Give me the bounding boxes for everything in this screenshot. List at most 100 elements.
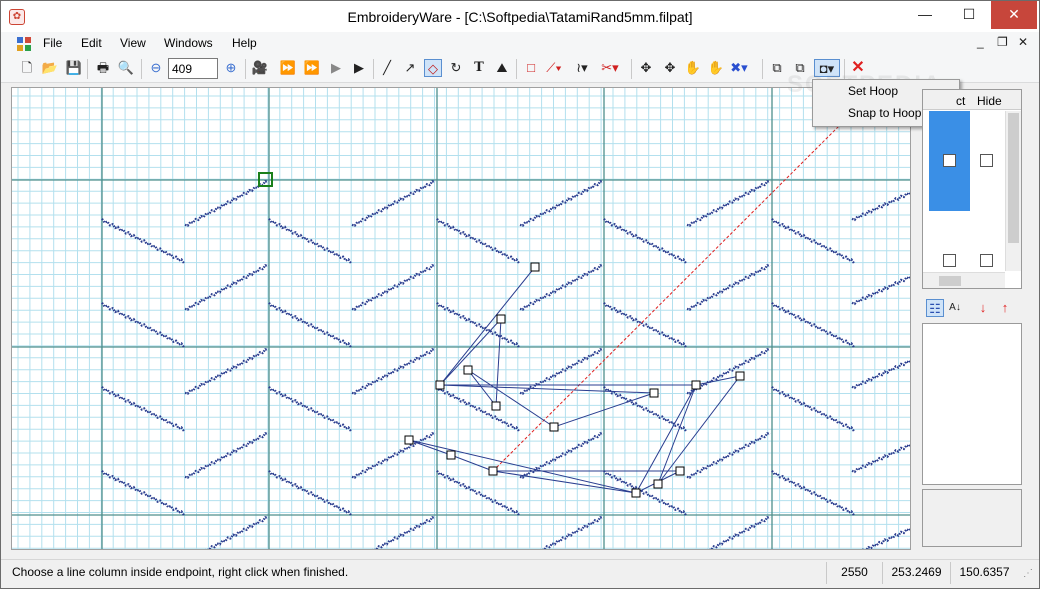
layer-hide-checkbox[interactable]	[980, 254, 993, 267]
play-fast-icon[interactable]: ⏩	[279, 59, 297, 77]
control-point	[435, 380, 445, 390]
control-point	[649, 388, 659, 398]
maximize-button[interactable]: ☐	[947, 1, 991, 29]
zoom-input[interactable]	[168, 58, 218, 79]
layers-header	[923, 90, 1021, 110]
layer-select-checkbox[interactable]	[943, 254, 956, 267]
wave-icon[interactable]: ≀▾	[573, 59, 591, 77]
stitch-run	[851, 359, 910, 390]
document-icon[interactable]	[17, 37, 31, 51]
property-toolbar: ☷ A↓ ↓ ↑	[922, 297, 1022, 319]
control-point	[446, 450, 456, 460]
arrow-down-icon[interactable]: ↓	[974, 299, 992, 317]
delete-points-icon[interactable]: ✖▾	[730, 59, 748, 77]
alphabetical-icon[interactable]: A↓	[946, 299, 964, 317]
toolbar-separator	[87, 59, 88, 79]
property-grid[interactable]	[922, 323, 1022, 485]
stitch-run	[603, 302, 687, 348]
step-icon[interactable]: ▶	[327, 59, 345, 77]
control-point	[488, 466, 498, 476]
layer-hide-checkbox[interactable]	[980, 154, 993, 167]
stitch-line-icon[interactable]: ⟋▾	[545, 59, 563, 77]
control-point	[631, 488, 641, 498]
stitch-run	[771, 470, 855, 516]
control-point	[735, 371, 745, 381]
mdi-close-button[interactable]: ✕	[1018, 35, 1028, 49]
stitch-grid-svg[interactable]	[12, 88, 911, 550]
line-icon[interactable]: ╱	[378, 59, 396, 77]
text-icon[interactable]: T	[470, 59, 488, 77]
scroll-thumb[interactable]	[939, 276, 961, 286]
menu-item-snap-to-hoop[interactable]: Snap to Hoop	[848, 106, 921, 120]
scroll-thumb[interactable]	[1008, 113, 1019, 243]
curve-icon[interactable]: ↗	[401, 59, 419, 77]
print-preview-icon[interactable]: 🔍	[117, 59, 135, 77]
menu-bar: File Edit View Windows Help _ ❐ ✕	[1, 32, 1039, 55]
stitch-run	[436, 470, 520, 516]
zoom-out-icon[interactable]: ⊖	[147, 59, 165, 77]
stitch-pattern	[101, 172, 910, 549]
control-point	[675, 466, 685, 476]
box-icon[interactable]: □	[522, 59, 540, 77]
stitch-run	[268, 470, 352, 516]
stitch-run	[851, 443, 910, 474]
menu-view[interactable]: View	[120, 36, 146, 50]
print-icon[interactable]: 🖶	[94, 59, 112, 77]
stamp-icon[interactable]: ⛰	[493, 59, 511, 77]
control-point	[463, 365, 473, 375]
mdi-restore-button[interactable]: ❐	[997, 35, 1008, 49]
status-y-coordinate: 150.6357	[950, 562, 1018, 584]
hand-icon[interactable]: ✋	[684, 59, 702, 77]
status-message: Choose a line column inside endpoint, ri…	[12, 565, 349, 579]
title-bar[interactable]: ✿ EmbroideryWare - [C:\Softpedia\TatamiR…	[1, 1, 1039, 32]
close-button[interactable]: ✕	[991, 1, 1037, 29]
application-window: ✿ EmbroideryWare - [C:\Softpedia\TatamiR…	[0, 0, 1040, 589]
control-point	[491, 401, 501, 411]
toolbar-separator	[516, 59, 517, 79]
stitch-run	[268, 218, 352, 264]
control-point	[496, 314, 506, 324]
design-canvas[interactable]	[11, 87, 911, 550]
horizontal-scrollbar[interactable]	[923, 272, 1005, 288]
menu-edit[interactable]: Edit	[81, 36, 102, 50]
layers-list[interactable]: ct Hide	[922, 89, 1022, 289]
right-panel: ct Hide ☷ A↓ ↓ ↑	[922, 89, 1024, 550]
menu-windows[interactable]: Windows	[164, 36, 213, 50]
stitch-run	[540, 515, 604, 549]
play-icon[interactable]: ⏩	[303, 59, 321, 77]
categorized-icon[interactable]: ☷	[926, 299, 944, 317]
layers-header-hide[interactable]: Hide	[977, 94, 1002, 108]
control-point	[653, 479, 663, 489]
minimize-button[interactable]: —	[903, 1, 947, 29]
move-all-icon[interactable]: ✥	[661, 59, 679, 77]
resize-grip-icon[interactable]: ⋰	[1023, 568, 1033, 579]
rotate-icon[interactable]: ↻	[447, 59, 465, 77]
arrow-up-icon[interactable]: ↑	[996, 299, 1014, 317]
stitch-run	[519, 347, 604, 396]
stitch-run	[771, 218, 855, 264]
open-icon[interactable]: 📂	[41, 59, 59, 77]
menu-item-set-hoop[interactable]: Set Hoop	[848, 84, 898, 98]
control-point	[549, 422, 559, 432]
add-box-icon[interactable]: ⧉	[768, 59, 786, 77]
menu-file[interactable]: File	[43, 36, 62, 50]
stitch-run	[686, 431, 771, 480]
save-icon[interactable]: 💾	[65, 59, 83, 77]
layers-header-select[interactable]: ct	[956, 94, 965, 108]
new-icon[interactable]: 🗋	[18, 59, 36, 77]
stitch-run	[101, 302, 185, 348]
move-icon[interactable]: ✥	[637, 59, 655, 77]
toolbar-separator	[245, 59, 246, 79]
fill-icon[interactable]: ◇	[424, 59, 442, 77]
vertical-scrollbar[interactable]	[1005, 111, 1021, 271]
pan-icon[interactable]: ✋	[707, 59, 725, 77]
layer-select-checkbox[interactable]	[943, 154, 956, 167]
minor-grid	[12, 88, 910, 549]
mdi-minimize-button[interactable]: _	[977, 35, 984, 49]
step-end-icon[interactable]: ▶	[350, 59, 368, 77]
cut-icon[interactable]: ✂▾	[601, 59, 619, 77]
menu-help[interactable]: Help	[232, 36, 257, 50]
status-stitch-count: 2550	[826, 562, 882, 584]
camera-icon[interactable]: 🎥	[251, 59, 269, 77]
zoom-in-icon[interactable]: ⊕	[222, 59, 240, 77]
